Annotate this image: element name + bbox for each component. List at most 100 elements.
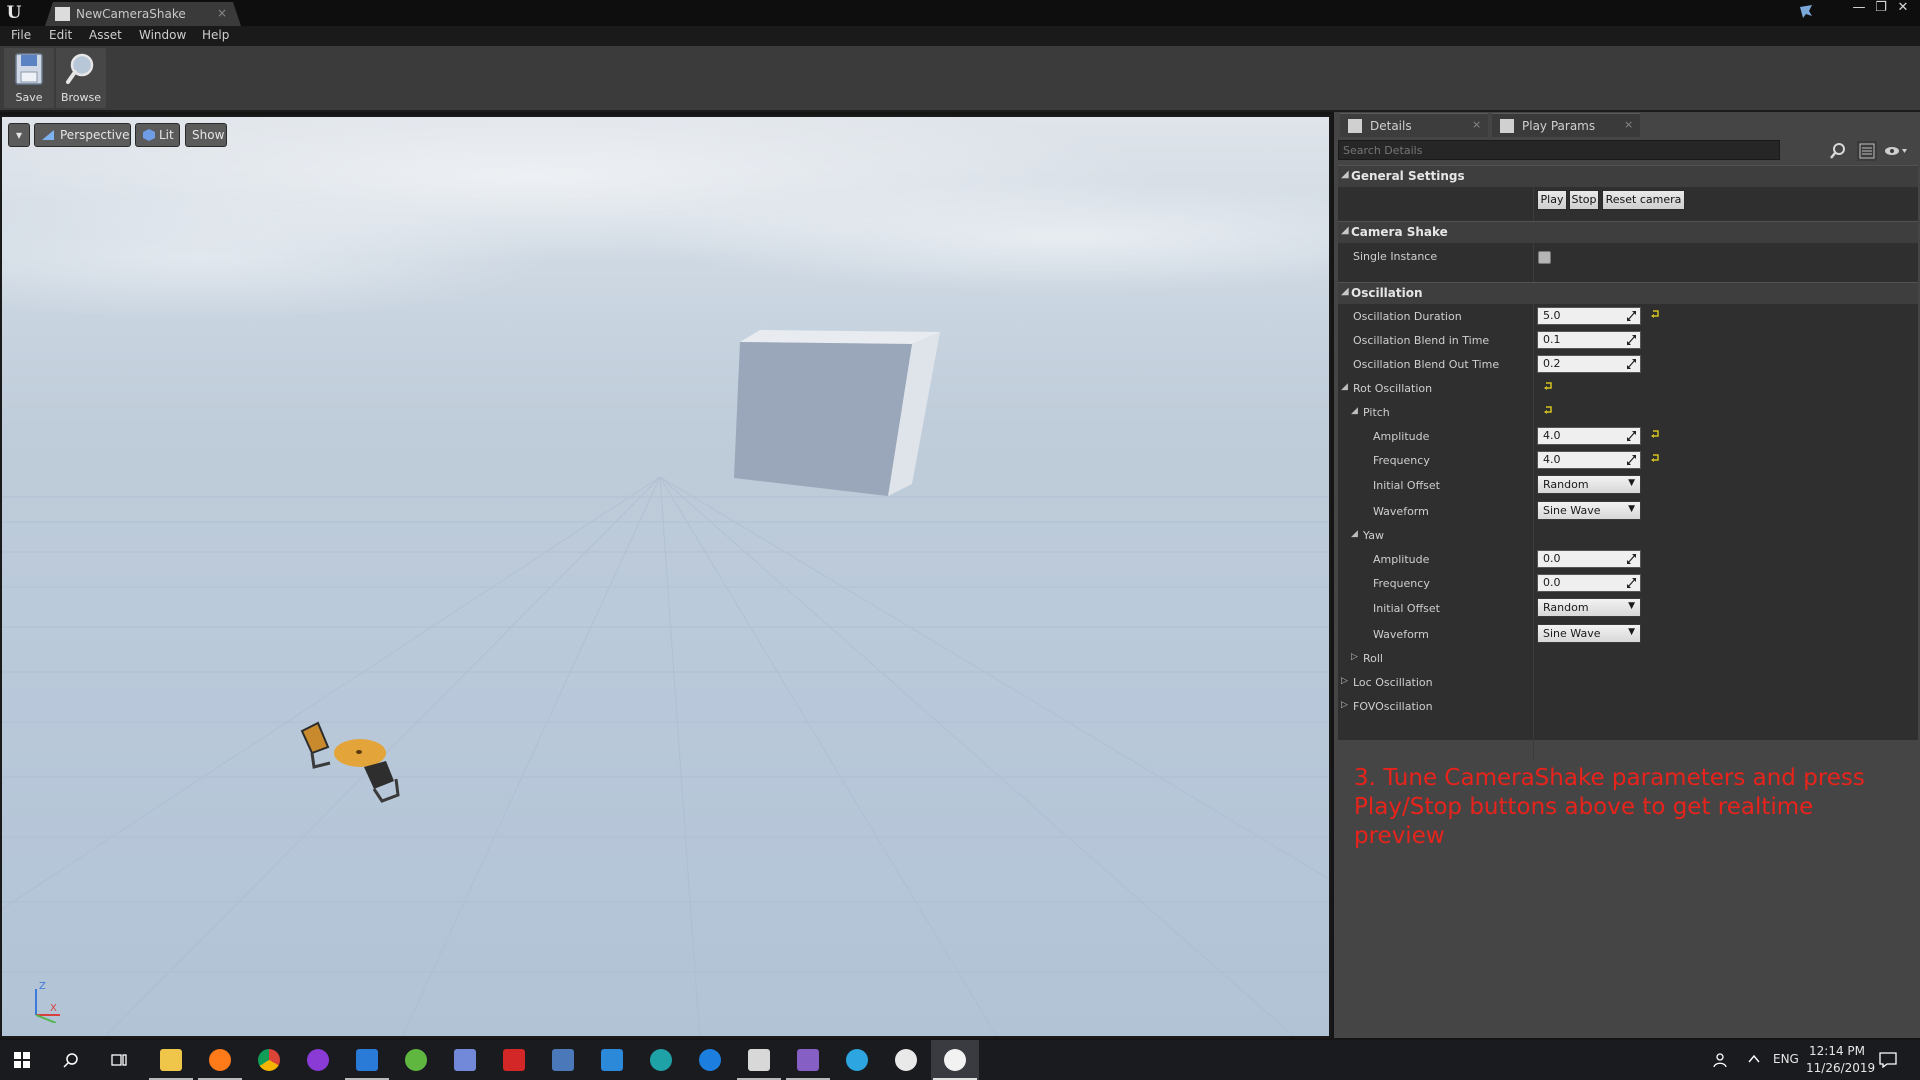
- asset-document-tab[interactable]: NewCameraShake ×: [45, 2, 241, 26]
- minimize-button[interactable]: —: [1848, 0, 1870, 18]
- podcast-app-icon[interactable]: [294, 1040, 342, 1080]
- reset-to-default-icon[interactable]: [1650, 429, 1660, 439]
- visibility-eye-icon[interactable]: [1884, 145, 1908, 157]
- feedback-flag-icon[interactable]: [1798, 3, 1814, 19]
- calculator-icon[interactable]: [735, 1040, 783, 1080]
- mail-app-icon[interactable]: [343, 1040, 391, 1080]
- epic-launcher-icon[interactable]: [882, 1040, 930, 1080]
- expanded-arrow-icon[interactable]: ◢: [1341, 382, 1348, 392]
- discord-icon[interactable]: [441, 1040, 489, 1080]
- menu-window[interactable]: Window: [139, 28, 186, 42]
- category-general-settings[interactable]: ◢ General Settings: [1338, 165, 1918, 187]
- notifications-icon[interactable]: [1879, 1052, 1897, 1068]
- yaw-amplitude-row: Amplitude 0.0: [1338, 548, 1918, 572]
- menu-help[interactable]: Help: [202, 28, 229, 42]
- pitch-waveform-select[interactable]: Sine Wave ▼: [1537, 501, 1641, 520]
- reset-to-default-icon[interactable]: [1650, 309, 1660, 319]
- tab-play-params[interactable]: Play Params ×: [1492, 113, 1640, 137]
- yaw-frequency-input[interactable]: 0.0: [1537, 574, 1641, 592]
- category-oscillation[interactable]: ◢ Oscillation: [1338, 282, 1918, 304]
- collapsed-arrow-icon[interactable]: ▷: [1351, 652, 1358, 662]
- reset-to-default-icon[interactable]: [1650, 453, 1660, 463]
- windows-start-icon[interactable]: [14, 1052, 30, 1068]
- show-flags-button[interactable]: Show: [185, 123, 227, 147]
- file-explorer-icon[interactable]: [147, 1040, 195, 1080]
- asset-tab-close-button[interactable]: ×: [217, 6, 227, 20]
- search-icon[interactable]: [1829, 142, 1847, 160]
- stop-button[interactable]: Stop: [1569, 190, 1599, 210]
- play-params-tab-close-button[interactable]: ×: [1624, 118, 1633, 131]
- flash-app-icon[interactable]: [490, 1040, 538, 1080]
- reset-to-default-icon[interactable]: [1543, 405, 1553, 415]
- loc-oscillation-row[interactable]: ▷ Loc Oscillation: [1338, 671, 1918, 695]
- visual-studio-icon[interactable]: [784, 1040, 832, 1080]
- menu-edit[interactable]: Edit: [49, 28, 72, 42]
- oscillation-blend-out-input[interactable]: 0.2: [1537, 355, 1641, 373]
- viewport-options-button[interactable]: ▾: [8, 123, 30, 147]
- spin-arrows-icon[interactable]: [1626, 430, 1637, 442]
- network-tool-icon[interactable]: [539, 1040, 587, 1080]
- yaw-waveform-select[interactable]: Sine Wave ▼: [1537, 624, 1641, 643]
- lit-mode-button[interactable]: Lit: [135, 123, 180, 147]
- spin-arrows-icon[interactable]: [1626, 358, 1637, 370]
- reset-to-default-icon[interactable]: [1543, 381, 1553, 391]
- firefox-icon[interactable]: [196, 1040, 244, 1080]
- pitch-amplitude-label: Amplitude: [1373, 430, 1430, 443]
- pitch-row[interactable]: ◢ Pitch: [1338, 401, 1918, 425]
- roll-row[interactable]: ▷ Roll: [1338, 647, 1918, 671]
- unreal-editor-icon[interactable]: [931, 1040, 979, 1080]
- expanded-arrow-icon[interactable]: ◢: [1351, 406, 1358, 416]
- tab-details[interactable]: Details ×: [1340, 113, 1488, 137]
- expanded-arrow-icon[interactable]: ◢: [1351, 529, 1358, 539]
- maps-icon[interactable]: [686, 1040, 734, 1080]
- task-view-icon[interactable]: [111, 1052, 127, 1068]
- yaw-row[interactable]: ◢ Yaw: [1338, 524, 1918, 548]
- people-icon[interactable]: [1711, 1052, 1727, 1068]
- utorrent-icon[interactable]: [392, 1040, 440, 1080]
- store-app-icon[interactable]: [588, 1040, 636, 1080]
- clock-time[interactable]: 12:14 PM: [1809, 1044, 1865, 1058]
- spin-arrows-icon[interactable]: [1626, 577, 1637, 589]
- browse-button[interactable]: Browse: [56, 48, 106, 108]
- edge-icon[interactable]: [637, 1040, 685, 1080]
- oscillation-blend-in-input[interactable]: 0.1: [1537, 331, 1641, 349]
- search-details-box[interactable]: [1338, 140, 1780, 160]
- pitch-frequency-input[interactable]: 4.0: [1537, 451, 1641, 469]
- menu-asset[interactable]: Asset: [89, 28, 122, 42]
- unreal-logo-icon[interactable]: U: [2, 1, 26, 25]
- input-language-indicator[interactable]: ENG: [1773, 1052, 1799, 1066]
- rot-oscillation-row[interactable]: ◢ Rot Oscillation: [1338, 377, 1918, 401]
- fov-oscillation-row[interactable]: ▷ FOVOscillation: [1338, 695, 1918, 719]
- pitch-initial-offset-select[interactable]: Random ▼: [1537, 475, 1641, 494]
- menu-file[interactable]: File: [11, 28, 31, 42]
- chevron-up-icon[interactable]: [1748, 1054, 1760, 1064]
- telegram-icon[interactable]: [833, 1040, 881, 1080]
- pitch-amplitude-input[interactable]: 4.0: [1537, 427, 1641, 445]
- save-button[interactable]: Save: [4, 48, 54, 108]
- save-disk-icon: [15, 53, 43, 85]
- chrome-icon[interactable]: [245, 1040, 293, 1080]
- preview-viewport[interactable]: ▾ Perspective Lit Show Z X: [0, 115, 1331, 1038]
- view-options-list-icon[interactable]: [1857, 141, 1877, 161]
- oscillation-duration-input[interactable]: 5.0: [1537, 307, 1641, 325]
- perspective-button[interactable]: Perspective: [34, 123, 131, 147]
- collapsed-arrow-icon[interactable]: ▷: [1341, 700, 1348, 710]
- spin-arrows-icon[interactable]: [1626, 454, 1637, 466]
- reset-camera-button[interactable]: Reset camera: [1602, 190, 1685, 210]
- collapsed-arrow-icon[interactable]: ▷: [1341, 676, 1348, 686]
- search-details-input[interactable]: [1343, 143, 1743, 158]
- spin-arrows-icon[interactable]: [1626, 310, 1637, 322]
- details-tab-close-button[interactable]: ×: [1472, 118, 1481, 131]
- category-camera-shake[interactable]: ◢ Camera Shake: [1338, 221, 1918, 243]
- restore-button[interactable]: ❐: [1870, 0, 1892, 18]
- yaw-initial-offset-select[interactable]: Random ▼: [1537, 598, 1641, 617]
- yaw-amplitude-input[interactable]: 0.0: [1537, 550, 1641, 568]
- oscillation-blend-in-label: Oscillation Blend in Time: [1353, 334, 1490, 347]
- close-window-button[interactable]: ✕: [1892, 0, 1914, 18]
- spin-arrows-icon[interactable]: [1626, 334, 1637, 346]
- clock-date[interactable]: 11/26/2019: [1806, 1061, 1875, 1075]
- play-button[interactable]: Play: [1537, 190, 1567, 210]
- spin-arrows-icon[interactable]: [1626, 553, 1637, 565]
- single-instance-checkbox[interactable]: [1538, 251, 1551, 264]
- taskbar-search-icon[interactable]: [63, 1052, 79, 1068]
